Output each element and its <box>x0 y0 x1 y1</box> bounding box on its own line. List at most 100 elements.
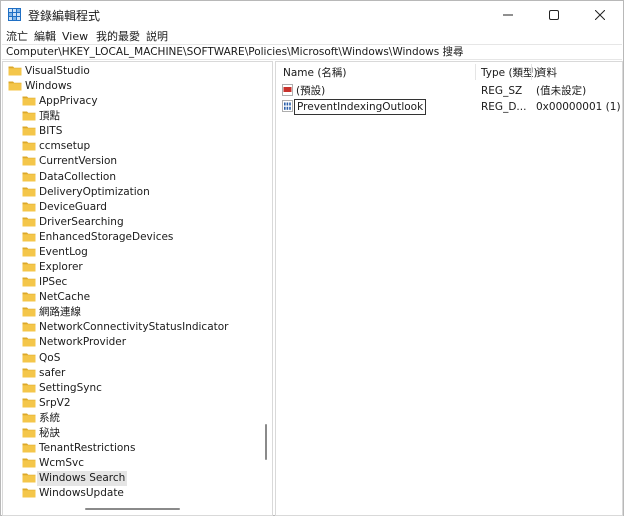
folder-icon <box>22 368 36 378</box>
window-title: 登錄編輯程式 <box>28 9 101 23</box>
tree-item[interactable]: BITS <box>3 124 272 139</box>
tree-item[interactable]: DataCollection <box>3 170 272 185</box>
tree-item[interactable]: ›QoS <box>3 351 272 366</box>
registry-editor-app-icon <box>8 8 21 21</box>
folder-icon <box>22 232 36 242</box>
tree-item-label: NetCache <box>39 291 91 304</box>
tree-item-label: Explorer <box>39 261 83 274</box>
tree-item-label: DeviceGuard <box>39 200 107 213</box>
tree-vertical-scroll-thumb[interactable] <box>265 424 267 460</box>
column-divider[interactable] <box>531 64 532 80</box>
folder-icon <box>22 96 36 106</box>
tree-item-label: NetworkConnectivityStatusIndicator <box>39 321 229 334</box>
tree-item[interactable]: ›SrpV2 <box>3 396 272 411</box>
folder-icon <box>22 262 36 272</box>
tree-item[interactable]: ›EventLog <box>3 245 272 260</box>
column-header-type[interactable]: Type (類型) <box>481 62 538 84</box>
tree-item-label: BITS <box>39 125 63 138</box>
maximize-button[interactable] <box>531 1 577 28</box>
column-divider[interactable] <box>475 64 476 80</box>
menu-view[interactable]: View <box>62 28 88 45</box>
menu-file[interactable]: 流亡 <box>6 28 28 45</box>
folder-icon <box>22 322 36 332</box>
tree-item[interactable]: VisualStudio <box>3 64 272 79</box>
tree-item[interactable]: Explorer <box>3 260 272 275</box>
value-row[interactable]: (預設) REG_SZ (值未設定) <box>276 83 622 99</box>
close-button[interactable] <box>577 1 623 28</box>
tree-item[interactable]: AppPrivacy <box>3 94 272 109</box>
tree-item-label: CurrentVersion <box>39 155 118 168</box>
tree-item[interactable]: DriverSearching <box>3 215 272 230</box>
values-list-header: Name (名稱) Type (類型) 資料 <box>276 62 622 82</box>
tree-item[interactable]: ccmsetup <box>3 139 272 154</box>
title-bar[interactable]: 登錄編輯程式 <box>1 1 623 28</box>
column-header-name[interactable]: Name (名稱) <box>283 62 347 84</box>
folder-icon <box>22 428 36 438</box>
column-header-data[interactable]: 資料 <box>536 62 557 84</box>
tree-item-label: SrpV2 <box>39 396 71 409</box>
tree-item[interactable]: Windows <box>3 79 272 94</box>
folder-icon <box>22 443 36 453</box>
tree-item[interactable]: ›CurrentVersion <box>3 154 272 169</box>
tree-item-label: DeliveryOptimization <box>39 185 150 198</box>
menu-favorites[interactable]: 我的最愛 <box>96 28 140 45</box>
values-list-pane[interactable]: Name (名稱) Type (類型) 資料 (預設) REG_SZ (值未設定) P… <box>275 61 623 516</box>
value-name-edit-field[interactable]: PreventIndexingOutlook <box>294 99 427 115</box>
folder-icon <box>22 458 36 468</box>
value-row[interactable]: PreventIndexingOutlook REG_D... 0x00000001… <box>276 99 622 115</box>
tree-horizontal-scrollbar[interactable] <box>5 505 259 513</box>
folder-icon <box>22 111 36 121</box>
tree-item[interactable]: ›WindowsUpdate <box>3 486 272 501</box>
address-bar[interactable]: Computer\HKEY_LOCAL_MACHINE\SOFTWARE\Pol… <box>2 44 622 60</box>
maximize-icon <box>549 9 559 20</box>
menu-bar: 流亡 編輯 View 我的最愛 説明 <box>1 28 623 45</box>
folder-icon <box>22 488 36 498</box>
tree-item-label: DriverSearching <box>39 215 124 228</box>
tree-item-label: 系統 <box>39 411 60 424</box>
folder-icon <box>22 172 36 182</box>
tree-item[interactable]: ›系統 <box>3 411 272 426</box>
tree-item[interactable]: 頂點 <box>3 109 272 124</box>
tree-item-label: WcmSvc <box>39 457 85 470</box>
tree-item-label: AppPrivacy <box>39 95 98 108</box>
folder-icon <box>22 156 36 166</box>
menu-edit[interactable]: 編輯 <box>34 28 56 45</box>
tree-item-label: 頂點 <box>39 110 60 123</box>
value-data: (值未設定) <box>536 85 587 97</box>
address-path[interactable]: Computer\HKEY_LOCAL_MACHINE\SOFTWARE\Pol… <box>6 45 464 59</box>
tree-item-label: Windows <box>25 80 72 93</box>
tree-item-label: 網路連線 <box>39 306 81 319</box>
tree-item[interactable]: NetCache <box>3 290 272 305</box>
tree-horizontal-scroll-thumb[interactable] <box>85 508 180 510</box>
folder-icon <box>22 337 36 347</box>
tree-item[interactable]: EnhancedStorageDevices <box>3 230 272 245</box>
tree-item[interactable]: NetworkConnectivityStatusIndicator <box>3 320 272 335</box>
tree-item[interactable]: ›safer <box>3 366 272 381</box>
value-data: 0x00000001 (1) <box>536 101 621 113</box>
minimize-button[interactable] <box>485 1 531 28</box>
tree-vertical-scrollbar[interactable] <box>262 64 270 500</box>
tree-item-label: SettingSync <box>39 381 102 394</box>
tree-item[interactable]: ›NetworkProvider <box>3 335 272 350</box>
tree-item[interactable]: ›TenantRestrictions <box>3 441 272 456</box>
folder-icon <box>22 353 36 363</box>
key-tree-pane[interactable]: VisualStudio Windows AppPrivacy 頂點 BITS ccmse… <box>2 61 273 516</box>
tree-item-label: VisualStudio <box>25 65 90 77</box>
folder-icon <box>22 473 36 483</box>
folder-icon <box>22 398 36 408</box>
folder-icon <box>22 292 36 302</box>
tree-item[interactable]: DeviceGuard <box>3 200 272 215</box>
value-type: REG_SZ <box>481 85 523 97</box>
value-name: (預設) <box>296 85 326 97</box>
tree-item[interactable]: ›秘訣 <box>3 426 272 441</box>
tree-item[interactable]: ›WcmSvc <box>3 456 272 471</box>
menu-help[interactable]: 説明 <box>146 28 168 45</box>
tree-item[interactable]: ›IPSec <box>3 275 272 290</box>
tree-item[interactable]: SettingSync <box>3 381 272 396</box>
tree-item[interactable]: 網路連線 <box>3 305 272 320</box>
tree-item-label: NetworkProvider <box>39 336 127 349</box>
tree-item-label: EnhancedStorageDevices <box>39 230 174 243</box>
tree-item[interactable]: Windows Search <box>3 471 272 487</box>
tree-item-label: EventLog <box>39 245 88 258</box>
tree-item[interactable]: DeliveryOptimization <box>3 185 272 200</box>
